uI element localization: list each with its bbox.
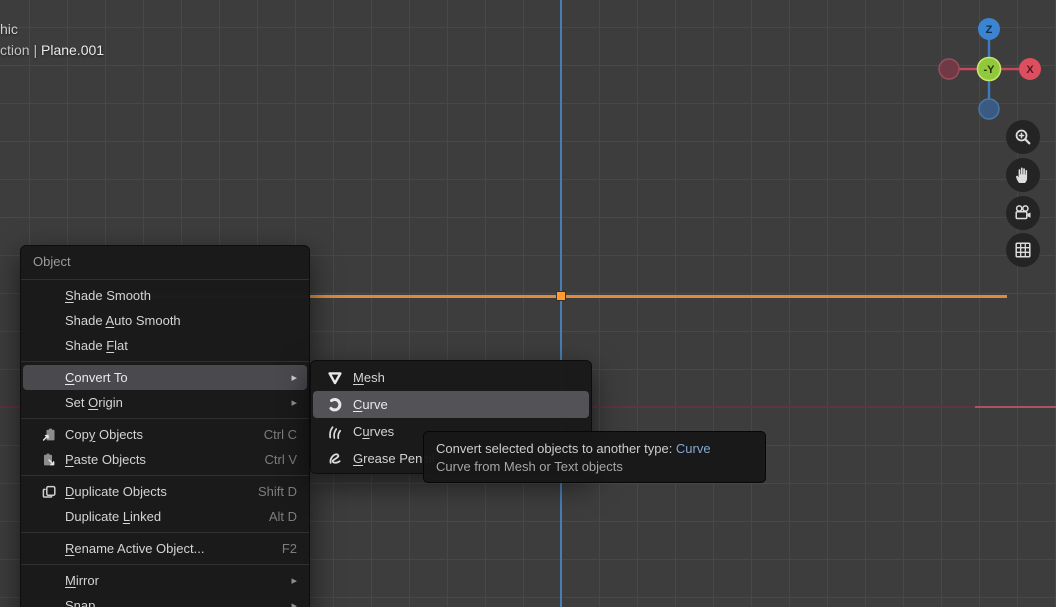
menu-item-label: Duplicate Linked [65, 509, 161, 524]
toggle-ortho-grid-icon [1013, 240, 1033, 260]
menu-item-mirror[interactable]: Mirror ▸ [23, 568, 307, 593]
tooltip-line1: Convert selected objects to another type… [436, 440, 753, 458]
submenu-arrow-icon: ▸ [279, 396, 297, 409]
submenu-arrow-icon: ▸ [279, 574, 297, 587]
navigation-gizmo[interactable]: Z X -Y [934, 14, 1044, 124]
menu-item-rename-active-object[interactable]: Rename Active Object... F2 [23, 536, 307, 561]
menu-item-label: Curves [353, 424, 394, 439]
object-origin-dot[interactable] [557, 292, 565, 300]
zoom-button[interactable] [1006, 120, 1040, 154]
menu-item-shortcut: Alt D [257, 509, 297, 524]
curve-icon [327, 397, 353, 413]
menu-item-paste-objects[interactable]: Paste Objects Ctrl V [23, 447, 307, 472]
curves-icon [327, 424, 353, 440]
active-object-label: ction | Plane.001 [0, 40, 104, 61]
menu-separator [21, 418, 309, 419]
menu-item-duplicate-linked[interactable]: Duplicate Linked Alt D [23, 504, 307, 529]
viewport-3d[interactable]: hic ction | Plane.001 Z X -Y [0, 0, 1056, 607]
camera-view-icon [1013, 203, 1033, 223]
menu-separator [21, 564, 309, 565]
submenu-arrow-icon: ▸ [279, 371, 297, 384]
tooltip-value: Curve [676, 441, 711, 456]
copy-objects-icon [41, 427, 65, 443]
duplicate-objects-icon [41, 484, 65, 500]
tooltip: Convert selected objects to another type… [423, 431, 766, 483]
menu-separator [21, 532, 309, 533]
menu-separator [21, 475, 309, 476]
menu-item-shortcut: Ctrl V [253, 452, 298, 467]
menu-item-label: Paste Objects [65, 452, 146, 467]
paste-objects-icon [41, 452, 65, 468]
menu-item-shade-smooth[interactable]: Shade Smooth [23, 283, 307, 308]
menu-item-copy-objects[interactable]: Copy Objects Ctrl C [23, 422, 307, 447]
menu-item-shade-auto-smooth[interactable]: Shade Auto Smooth [23, 308, 307, 333]
toggle-ortho-button[interactable] [1006, 233, 1040, 267]
blank-icon-slot [41, 573, 65, 589]
menu-item-label: Duplicate Objects [65, 484, 167, 499]
tooltip-line2: Curve from Mesh or Text objects [436, 458, 753, 476]
pan-button[interactable] [1006, 158, 1040, 192]
camera-view-button[interactable] [1006, 196, 1040, 230]
context-menu-title: Object [21, 246, 309, 276]
blank-icon-slot [41, 288, 65, 304]
blank-icon-slot [41, 509, 65, 525]
grease-pencil-icon [327, 451, 353, 467]
menu-item-label: Set Origin [65, 395, 123, 410]
mesh-icon [327, 370, 353, 386]
blank-icon-slot [41, 598, 65, 607]
view-name-label: hic [0, 19, 104, 40]
menu-item-shortcut: F2 [270, 541, 297, 556]
gizmo-axis-x[interactable]: X [1019, 58, 1041, 80]
menu-item-label: Curve [353, 397, 388, 412]
blank-icon-slot [41, 395, 65, 411]
object-context-menu: Object Shade SmoothShade Auto SmoothShad… [20, 245, 310, 607]
zoom-in-icon [1013, 127, 1033, 147]
menu-item-label: Copy Objects [65, 427, 143, 442]
gizmo-axis-y-front[interactable]: -Y [978, 58, 1001, 81]
blank-icon-slot [41, 313, 65, 329]
x-axis-line-bright [975, 406, 1056, 408]
menu-item-curve[interactable]: Curve [313, 391, 589, 418]
menu-item-shade-flat[interactable]: Shade Flat [23, 333, 307, 358]
collection-label: ction | [0, 42, 41, 58]
menu-item-convert-to[interactable]: Convert To ▸ [23, 365, 307, 390]
tooltip-description: Convert selected objects to another type… [436, 441, 676, 456]
gizmo-front-label: -Y [984, 64, 996, 76]
menu-item-label: Rename Active Object... [65, 541, 204, 556]
gizmo-axis-z-negative[interactable] [979, 99, 999, 119]
object-name-label: Plane.001 [41, 42, 104, 58]
menu-item-label: Shade Flat [65, 338, 128, 353]
z-axis-line [560, 0, 562, 607]
blank-icon-slot [41, 338, 65, 354]
blank-icon-slot [41, 541, 65, 557]
menu-item-mesh[interactable]: Mesh [313, 364, 589, 391]
gizmo-axis-x-negative[interactable] [939, 59, 959, 79]
pan-hand-icon [1013, 165, 1033, 185]
menu-item-set-origin[interactable]: Set Origin ▸ [23, 390, 307, 415]
menu-item-label: Mesh [353, 370, 385, 385]
menu-item-label: Convert To [65, 370, 128, 385]
menu-item-shortcut: Ctrl C [252, 427, 297, 442]
menu-separator [21, 361, 309, 362]
menu-item-label: Shade Auto Smooth [65, 313, 181, 328]
menu-item-duplicate-objects[interactable]: Duplicate Objects Shift D [23, 479, 307, 504]
menu-separator [21, 279, 309, 280]
menu-item-label: Mirror [65, 573, 99, 588]
viewport-overlay-text: hic ction | Plane.001 [0, 19, 104, 61]
context-menu-items: Shade Smooth Shade Auto Smooth Shade Flat C… [21, 283, 309, 607]
gizmo-axis-z[interactable]: Z [978, 18, 1000, 40]
menu-item-snap[interactable]: Snap ▸ [23, 593, 307, 607]
gizmo-x-label: X [1026, 64, 1034, 76]
menu-item-shortcut: Shift D [246, 484, 297, 499]
menu-item-label: Snap [65, 598, 95, 607]
blank-icon-slot [41, 370, 65, 386]
menu-item-label: Shade Smooth [65, 288, 151, 303]
submenu-arrow-icon: ▸ [279, 599, 297, 607]
gizmo-z-label: Z [986, 24, 993, 36]
